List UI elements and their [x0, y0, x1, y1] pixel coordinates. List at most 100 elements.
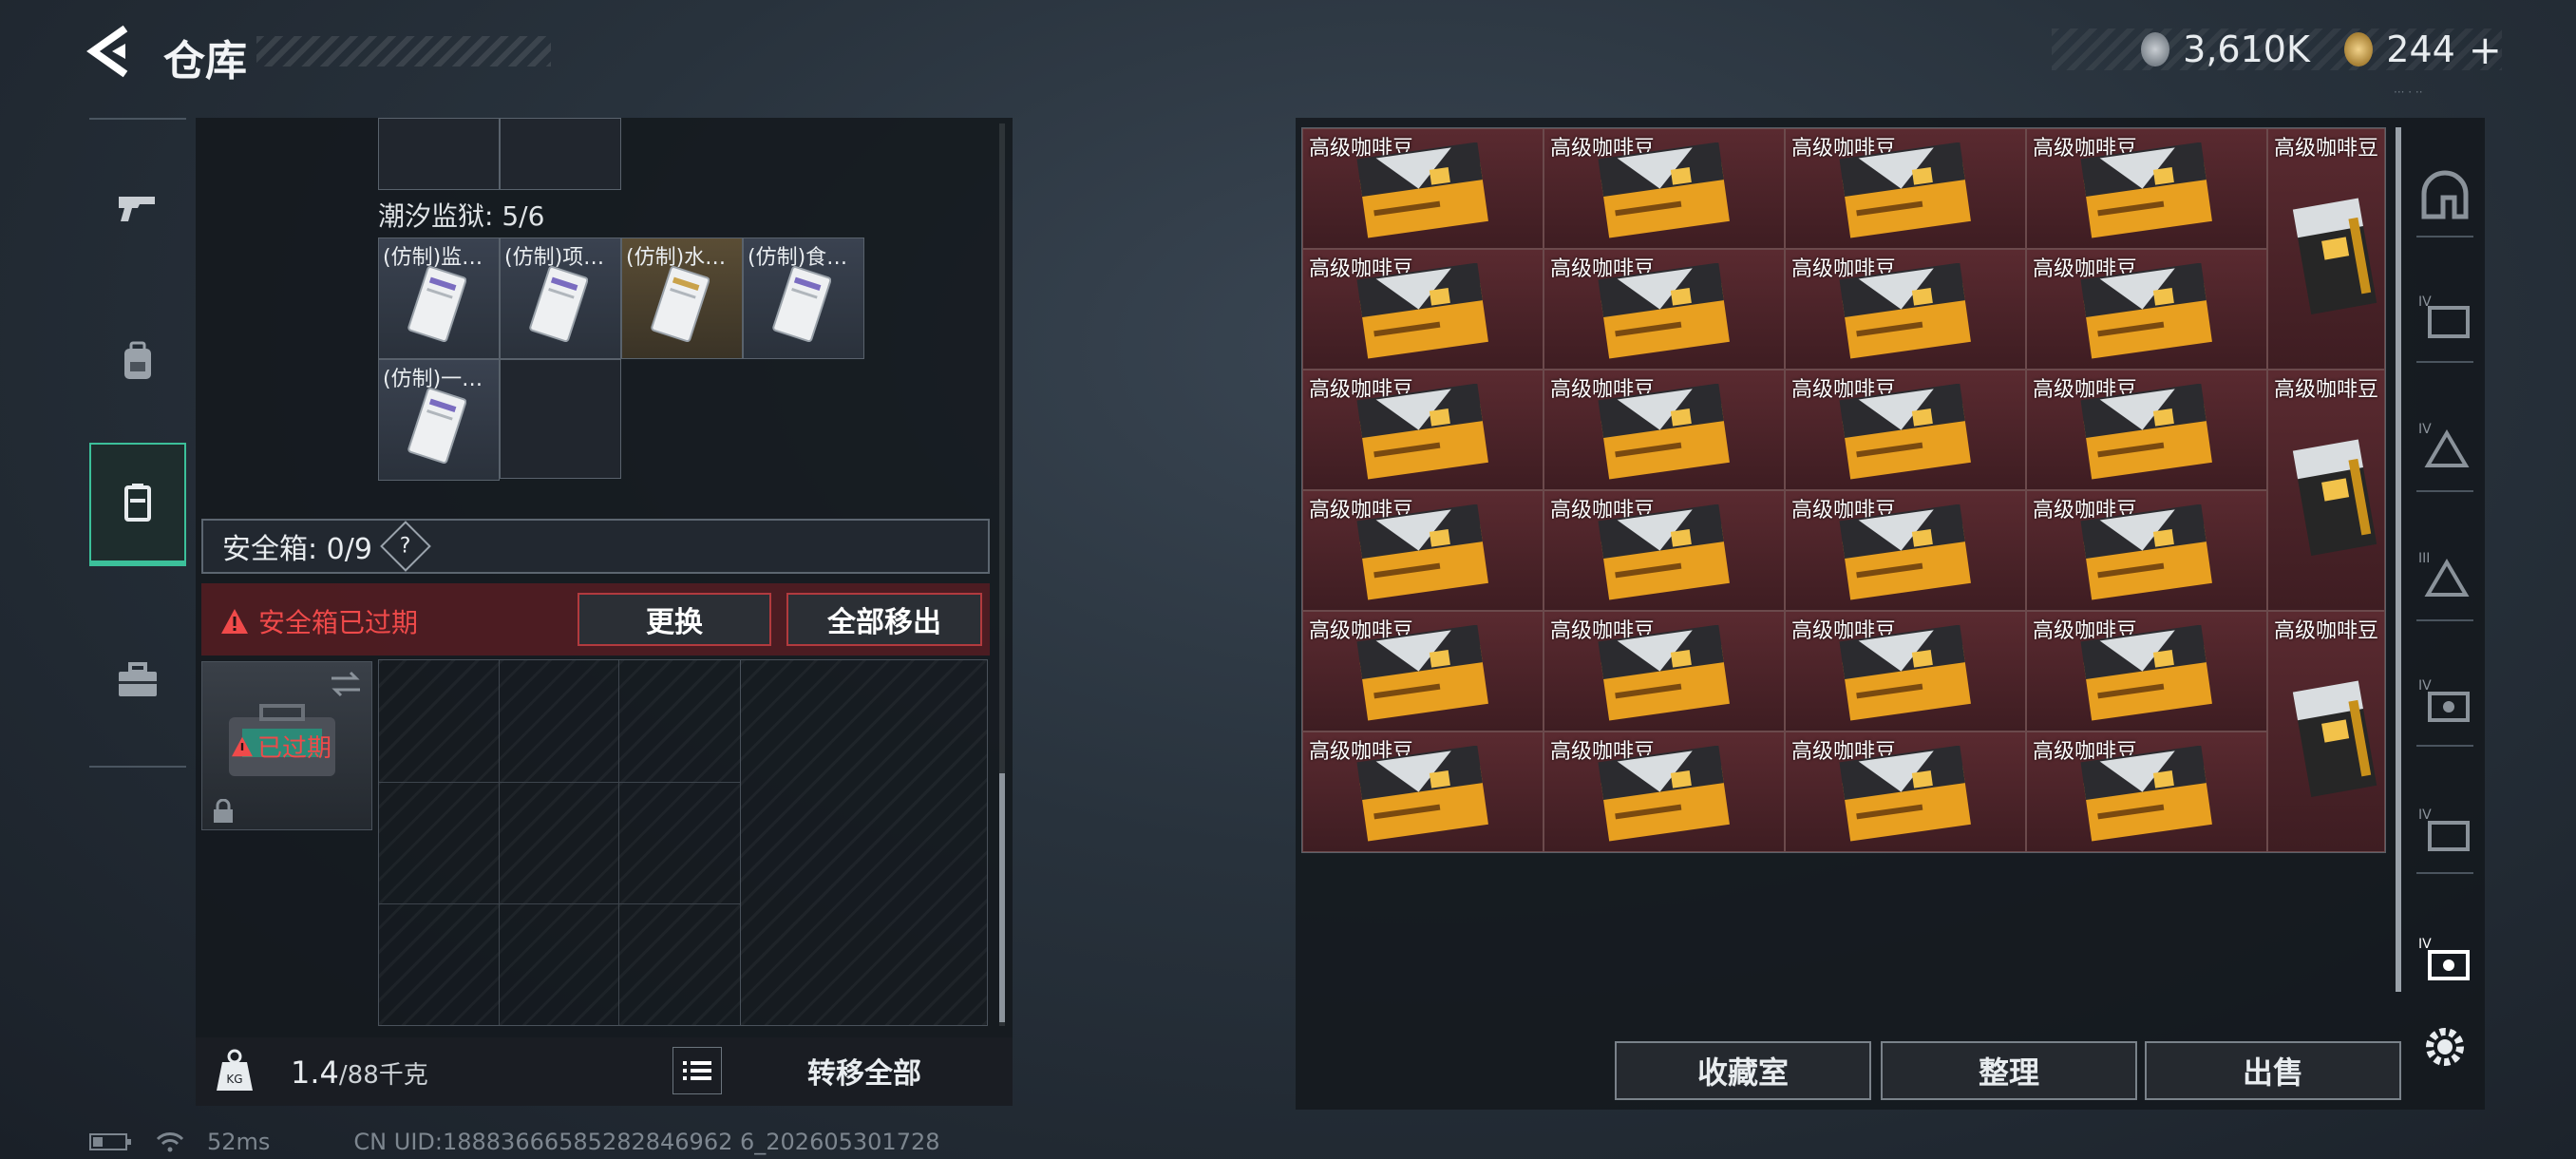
list-view-button[interactable]: [672, 1047, 722, 1094]
replace-button[interactable]: 更换: [578, 593, 771, 646]
tab-safe-container[interactable]: [89, 443, 186, 566]
prison-item[interactable]: (仿制)监…: [378, 238, 500, 359]
coffee-bean-item[interactable]: 高级咖啡豆: [1302, 611, 1544, 732]
coffee-bean-item[interactable]: 高级咖啡豆: [1302, 490, 1544, 611]
silver-coin-icon: [2141, 32, 2170, 66]
coffee-bean-item[interactable]: 高级咖啡豆: [2026, 249, 2267, 370]
coffee-bag-icon: [2076, 142, 2217, 241]
coffee-bean-item[interactable]: 高级咖啡豆: [1785, 128, 2026, 249]
right-scrollbar[interactable]: [2396, 127, 2401, 992]
tab-divider: [2416, 619, 2473, 621]
svg-text:IV: IV: [2418, 937, 2432, 952]
backpack-icon: [124, 341, 151, 379]
help-icon[interactable]: ?: [380, 521, 431, 572]
back-button[interactable]: [84, 23, 141, 80]
coffee-bag-icon: [1594, 504, 1734, 603]
coffee-bean-item[interactable]: 高级咖啡豆: [1302, 128, 1544, 249]
access-card-icon: [529, 263, 589, 347]
coffee-bag-icon: [1835, 262, 1976, 362]
safe-box-slot[interactable]: 已过期: [201, 661, 372, 830]
coffee-bag-icon: [1594, 262, 1734, 362]
coffee-bag-icon: [1353, 745, 1493, 845]
coffee-bean-item[interactable]: 高级咖啡豆: [2267, 370, 2385, 611]
grid-cell[interactable]: [500, 118, 621, 190]
coffee-bean-item[interactable]: 高级咖啡豆: [1544, 732, 1785, 852]
coffee-bean-item[interactable]: 高级咖啡豆: [1302, 370, 1544, 490]
coffee-bean-item[interactable]: 高级咖啡豆: [2026, 490, 2267, 611]
coffee-bag-icon: [2076, 383, 2217, 483]
coffee-bean-item[interactable]: 高级咖啡豆: [2026, 732, 2267, 852]
coffee-bag-icon: [1594, 745, 1734, 845]
coffee-bean-item[interactable]: 高级咖啡豆: [2026, 611, 2267, 732]
add-currency-button[interactable]: +: [2469, 27, 2502, 73]
tier4-tab-icon-2[interactable]: IV: [2416, 416, 2473, 473]
empty-grid-cell[interactable]: [500, 359, 621, 479]
weight-max: /88千克: [338, 1061, 428, 1090]
title-decoration: [256, 36, 551, 66]
tier4-tab-icon-1[interactable]: IV: [2416, 289, 2473, 346]
prison-item[interactable]: (仿制)水…: [621, 238, 743, 359]
prison-item[interactable]: (仿制)项…: [500, 238, 621, 359]
back-arrow-icon: [86, 25, 128, 78]
coffee-bean-item[interactable]: 高级咖啡豆: [1544, 611, 1785, 732]
prison-item[interactable]: (仿制)食…: [743, 238, 864, 359]
container-icon: [124, 484, 151, 522]
coffee-bean-item[interactable]: 高级咖啡豆: [1785, 249, 2026, 370]
settings-gear-icon[interactable]: [2416, 1018, 2473, 1075]
left-tab-bar: [89, 118, 186, 768]
weight-readout: 1.4/88千克: [291, 1054, 428, 1091]
coffee-bean-item[interactable]: 高级咖啡豆: [2026, 370, 2267, 490]
item-label: 高级咖啡豆: [2274, 137, 2379, 161]
coffee-bag-icon: [2282, 184, 2384, 317]
item-label: 高级咖啡豆: [2274, 378, 2379, 402]
list-icon: [683, 1061, 711, 1080]
coffee-bean-item[interactable]: 高级咖啡豆: [1544, 249, 1785, 370]
coffee-bean-item[interactable]: 高级咖啡豆: [2267, 611, 2385, 852]
coffee-bag-icon: [1835, 142, 1976, 241]
tab-divider: [2416, 490, 2473, 492]
swap-icon: [331, 671, 360, 697]
tier4-tab-icon-4[interactable]: IV: [2416, 673, 2473, 730]
coffee-bean-item[interactable]: 高级咖啡豆: [1544, 370, 1785, 490]
safe-box-grid[interactable]: [378, 659, 988, 1026]
coffee-bean-item[interactable]: 高级咖啡豆: [1544, 128, 1785, 249]
grid-cell[interactable]: [378, 118, 500, 190]
access-card-icon: [651, 263, 710, 347]
tier4-tab-icon-active[interactable]: IV: [2416, 931, 2473, 988]
coffee-bean-item[interactable]: 高级咖啡豆: [1302, 732, 1544, 852]
access-card-icon: [772, 263, 832, 347]
tier4-tab-icon-3[interactable]: III: [2416, 545, 2473, 602]
tab-backpack[interactable]: [89, 300, 186, 424]
access-card-icon: [407, 385, 467, 468]
collection-room-button[interactable]: 收藏室: [1615, 1041, 1871, 1100]
tab-divider: [2416, 361, 2473, 363]
transfer-all-button[interactable]: 转移全部: [741, 1045, 988, 1096]
coffee-bean-item[interactable]: 高级咖啡豆: [2026, 128, 2267, 249]
tier4-tab-icon-5[interactable]: IV: [2416, 802, 2473, 859]
access-card-icon: [407, 263, 467, 347]
ping-text: 52ms: [207, 1129, 271, 1155]
coffee-bean-item[interactable]: 高级咖啡豆: [1785, 490, 2026, 611]
sort-button[interactable]: 整理: [1881, 1041, 2137, 1100]
coffee-bag-icon: [1594, 142, 1734, 241]
tab-divider: [2416, 236, 2473, 238]
safe-box-label: 安全箱: 0/9: [222, 533, 372, 566]
coffee-bean-item[interactable]: 高级咖啡豆: [1785, 732, 2026, 852]
tab-weapon[interactable]: [89, 144, 186, 268]
left-scrollbar-thumb[interactable]: [999, 773, 1005, 1022]
coffee-bean-item[interactable]: 高级咖啡豆: [2267, 128, 2385, 370]
coffee-bag-icon: [1835, 504, 1976, 603]
prison-item[interactable]: (仿制)一…: [378, 359, 500, 481]
move-all-out-button[interactable]: 全部移出: [786, 593, 982, 646]
tab-toolbox[interactable]: [89, 618, 186, 741]
coffee-bag-icon: [1835, 624, 1976, 724]
weight-current: 1.4: [291, 1054, 339, 1091]
coffee-bean-item[interactable]: 高级咖啡豆: [1785, 370, 2026, 490]
coffee-bean-item[interactable]: 高级咖啡豆: [1302, 249, 1544, 370]
coffee-bean-item[interactable]: 高级咖啡豆: [1785, 611, 2026, 732]
stash-home-icon[interactable]: [2416, 165, 2473, 222]
sell-button[interactable]: 出售: [2145, 1041, 2401, 1100]
coffee-bean-item[interactable]: 高级咖啡豆: [1544, 490, 1785, 611]
uid-text: CN UID:18883666585282846962 6_2026053017…: [353, 1129, 940, 1155]
help-symbol: ?: [400, 534, 411, 559]
